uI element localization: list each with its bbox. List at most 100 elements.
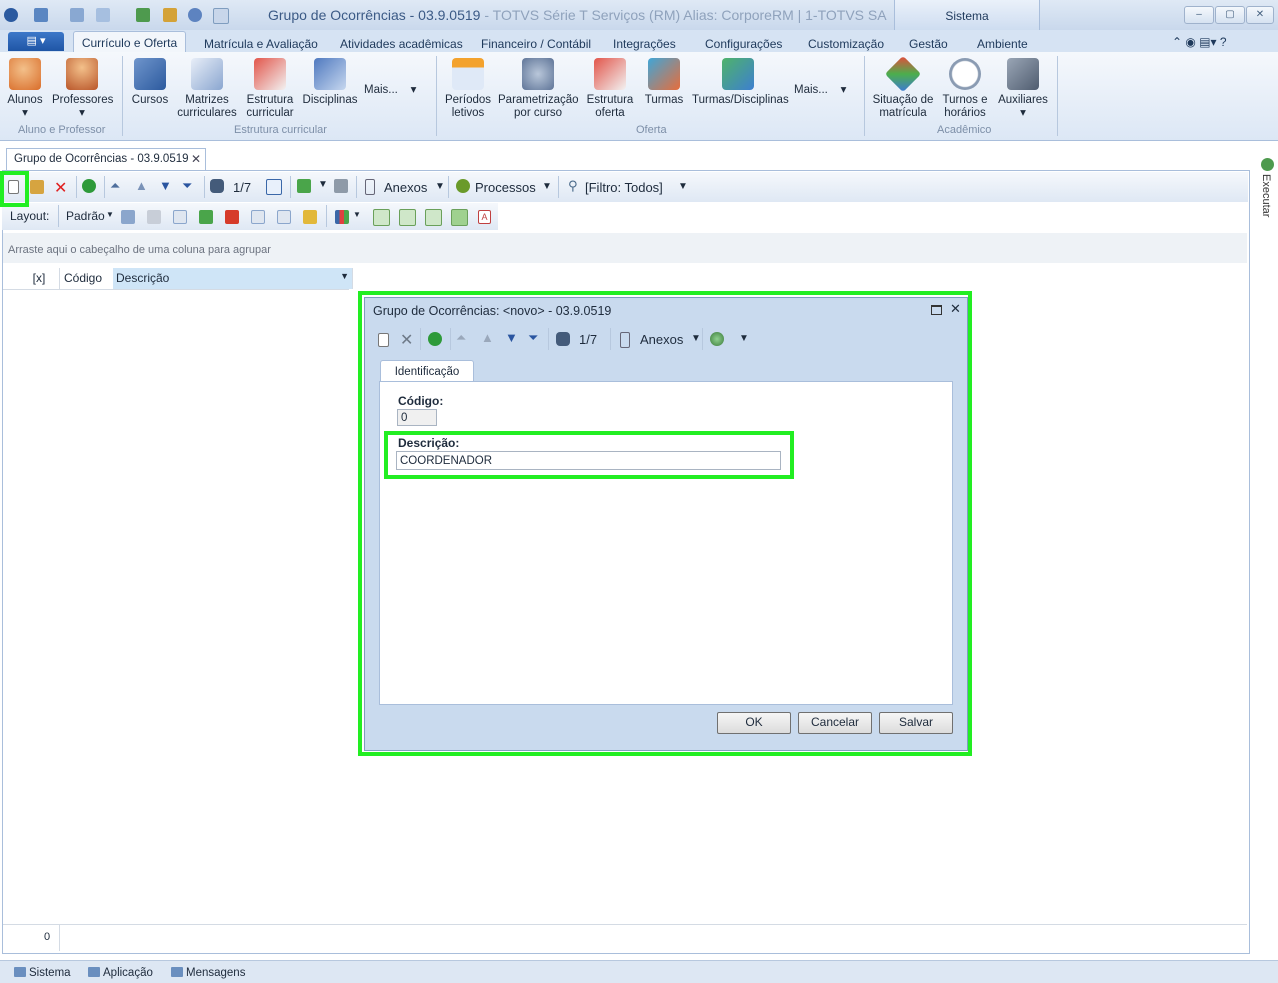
turmas-disciplinas-button[interactable]: Turmas/Disciplinas — [692, 58, 789, 107]
processos-dropdown-icon[interactable]: ▼ — [542, 181, 552, 192]
close-button[interactable]: ✕ — [1246, 6, 1274, 24]
cursos-button[interactable]: Cursos — [130, 58, 170, 107]
estrutura-curricular-button[interactable]: Estrutura curricular — [242, 58, 298, 120]
layout-select[interactable]: Padrão — [66, 209, 105, 223]
subjects-icon — [314, 58, 346, 90]
export-icon[interactable] — [297, 179, 311, 193]
quick-access-icon[interactable] — [213, 8, 229, 24]
layout-delete-icon[interactable] — [147, 210, 161, 224]
maximize-button[interactable]: ▢ — [1215, 6, 1245, 24]
quick-access-icon[interactable] — [70, 8, 84, 22]
anexos-button[interactable]: Anexos — [384, 180, 427, 195]
tab-financeiro-contabil[interactable]: Financeiro / Contábil — [481, 37, 591, 51]
delete-icon[interactable]: ✕ — [54, 178, 68, 197]
parametrizacao-curso-button[interactable]: Parametrização por curso — [498, 58, 579, 120]
filter-dropdown-icon[interactable]: ▼ — [678, 181, 688, 192]
next-record-icon[interactable]: ▼ — [159, 178, 173, 193]
turnos-horarios-button[interactable]: Turnos e horários — [940, 58, 990, 120]
chart-dropdown-icon[interactable]: ▼ — [353, 210, 361, 219]
group-label-estrutura: Estrutura curricular — [234, 124, 327, 136]
quick-access-icon[interactable] — [96, 8, 110, 22]
quick-access-icon[interactable] — [136, 8, 150, 22]
tab-customizacao[interactable]: Customização — [808, 37, 884, 51]
first-record-icon[interactable]: ⏶ — [110, 178, 124, 193]
filter-row-icon[interactable] — [251, 210, 265, 224]
layout-save-icon[interactable] — [121, 210, 135, 224]
situacao-matricula-button[interactable]: Situação de matrícula — [872, 55, 934, 120]
file-menu-button[interactable]: ▤ ▾ — [8, 32, 64, 51]
auxiliares-button[interactable]: Auxiliares ▾ — [996, 58, 1050, 120]
toolbar-separator — [326, 205, 327, 227]
view-mode-icon[interactable] — [425, 209, 442, 226]
filter-funnel-icon[interactable]: ▼ — [340, 266, 349, 287]
quick-access-icon[interactable] — [188, 8, 202, 22]
bottom-sistema-button[interactable]: Sistema — [14, 967, 71, 979]
pdf-icon[interactable]: A — [478, 210, 491, 224]
bottom-bar: Sistema Aplicação Mensagens — [0, 960, 1278, 983]
view-mode-icon[interactable] — [451, 209, 468, 226]
grid-icon[interactable] — [266, 179, 282, 195]
monitor-icon — [14, 967, 26, 977]
toolbar-separator — [204, 176, 205, 198]
professores-button[interactable]: Professores ▾ — [52, 58, 113, 120]
classes-icon — [648, 58, 680, 90]
tab-curriculo-oferta[interactable]: Currículo e Oferta — [73, 31, 186, 54]
upload-icon[interactable] — [225, 210, 239, 224]
import-icon[interactable] — [199, 210, 213, 224]
tab-gestao[interactable]: Gestão — [909, 37, 948, 51]
export-dropdown-icon[interactable]: ▼ — [318, 179, 328, 190]
gears-icon — [456, 179, 470, 193]
print-icon[interactable] — [334, 179, 348, 193]
columns-icon[interactable] — [173, 210, 187, 224]
view-mode-icon[interactable] — [373, 209, 390, 226]
sum-icon[interactable] — [277, 210, 291, 224]
quick-access-icon[interactable] — [163, 8, 177, 22]
processos-button[interactable]: Processos — [475, 180, 536, 195]
tab-integracoes[interactable]: Integrações — [613, 37, 676, 51]
window-title-main: Grupo de Ocorrências - 03.9.0519 — [268, 7, 481, 23]
chart-icon[interactable] — [335, 210, 349, 224]
estrutura-oferta-button[interactable]: Estrutura oferta — [584, 58, 636, 120]
app-logo-icon[interactable] — [4, 8, 18, 22]
tab-ambiente[interactable]: Ambiente — [977, 37, 1028, 51]
minimize-button[interactable]: – — [1184, 6, 1214, 24]
column-header-descricao[interactable]: Descrição ▼ — [113, 268, 353, 289]
periodos-letivos-button[interactable]: Períodos letivos — [444, 58, 492, 120]
filter-button[interactable]: [Filtro: Todos] — [585, 180, 663, 195]
matrizes-curriculares-button[interactable]: Matrizes curriculares — [176, 58, 238, 120]
highlight-icon[interactable] — [303, 210, 317, 224]
executar-side-tab[interactable]: Executar — [1258, 158, 1278, 238]
tab-configuracoes[interactable]: Configurações — [705, 37, 782, 51]
column-header-codigo[interactable]: Código — [61, 268, 117, 289]
edit-icon[interactable] — [30, 180, 44, 194]
disciplinas-button[interactable]: Disciplinas — [302, 58, 358, 107]
previous-record-icon[interactable]: ▲ — [135, 178, 149, 193]
view-mode-icon[interactable] — [399, 209, 416, 226]
quick-access-icon[interactable] — [34, 8, 48, 22]
close-tab-icon[interactable]: ✕ — [191, 152, 201, 166]
toolbar-separator — [290, 176, 291, 198]
help-icon[interactable]: ⌃ ◉ ▤▾ ? — [1172, 35, 1227, 49]
layout-dropdown-icon[interactable]: ▼ — [106, 210, 114, 219]
alunos-button[interactable]: Alunos ▾ — [4, 58, 46, 120]
refresh-icon[interactable] — [82, 179, 96, 193]
document-tab[interactable]: Grupo de Ocorrências - 03.9.0519 ✕ — [6, 148, 206, 171]
toolbar-separator — [448, 176, 449, 198]
toolbar-separator — [558, 176, 559, 198]
anexos-dropdown-icon[interactable]: ▼ — [435, 181, 445, 192]
bottom-mensagens-button[interactable]: Mensagens — [171, 967, 245, 979]
column-header-select[interactable]: [x] — [19, 268, 60, 289]
context-tab-sistema[interactable]: Sistema — [894, 0, 1040, 31]
window-title-rest: - TOTVS Série T Serviços (RM) Alias: Cor… — [480, 7, 887, 23]
group-by-area[interactable]: Arraste aqui o cabeçalho de uma coluna p… — [3, 233, 1247, 263]
find-icon[interactable] — [210, 179, 224, 193]
structure-icon — [594, 58, 626, 90]
mais-estrutura-button[interactable]: Mais... ▾ — [364, 84, 426, 97]
grid-footer: 0 — [3, 924, 1247, 951]
mais-oferta-button[interactable]: Mais... ▾ — [794, 84, 856, 97]
last-record-icon[interactable]: ⏷ — [182, 178, 196, 193]
turmas-button[interactable]: Turmas — [642, 58, 686, 107]
tab-matricula-avaliacao[interactable]: Matrícula e Avaliação — [204, 37, 318, 51]
tab-atividades-academicas[interactable]: Atividades acadêmicas — [340, 37, 463, 51]
bottom-aplicacao-button[interactable]: Aplicação — [88, 967, 153, 979]
